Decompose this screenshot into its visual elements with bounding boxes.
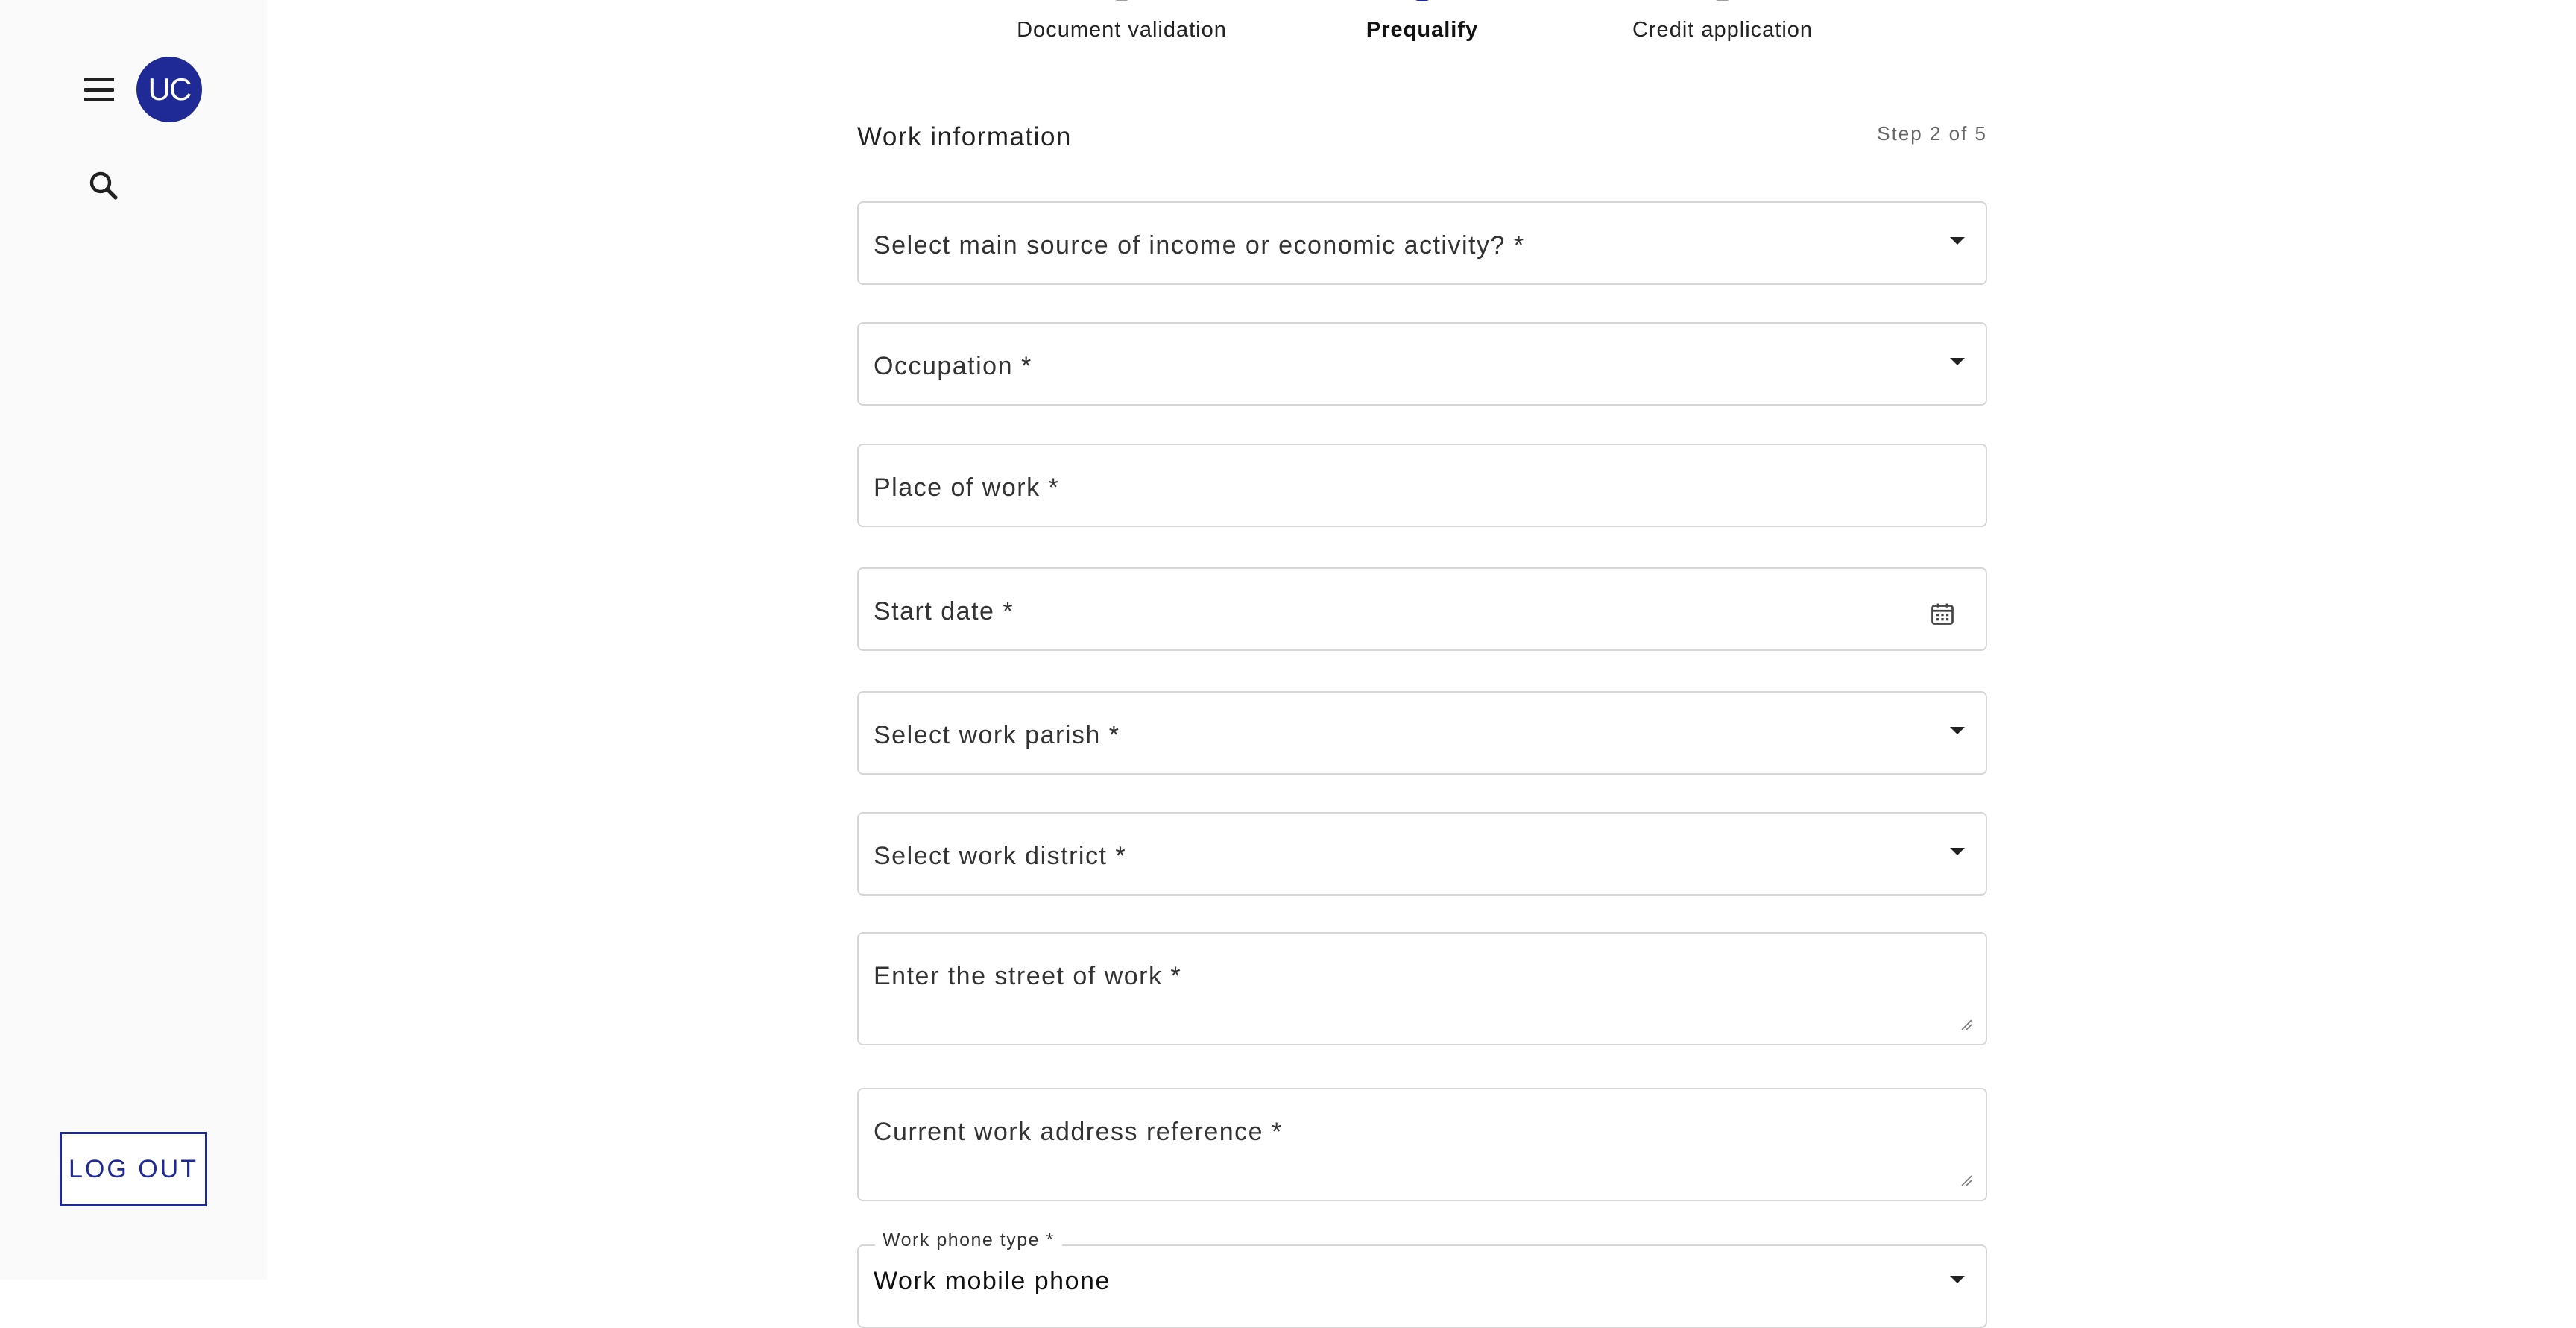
step-label-credit-application: Credit application — [1632, 18, 1813, 42]
chevron-down-icon — [1950, 237, 1965, 245]
work-address-reference-textarea[interactable]: Current work address reference * — [857, 1088, 1987, 1201]
work-phone-type-select[interactable]: Work phone type * Work mobile phone — [857, 1230, 1987, 1328]
place-of-work-label: Place of work * — [874, 473, 1060, 502]
step-indicator-prequalify — [1407, 0, 1437, 1]
avatar[interactable]: UC — [136, 57, 202, 122]
work-phone-type-label: Work phone type * — [875, 1230, 1062, 1251]
resize-handle-icon[interactable] — [1959, 1017, 1972, 1030]
chevron-down-icon — [1950, 358, 1965, 365]
work-street-textarea[interactable]: Enter the street of work * — [857, 932, 1987, 1045]
search-icon[interactable] — [86, 168, 121, 204]
chevron-down-icon — [1950, 848, 1965, 855]
occupation-label: Occupation * — [874, 352, 1032, 380]
work-address-reference-label: Current work address reference * — [874, 1118, 1283, 1146]
start-date-label: Start date * — [874, 597, 1014, 626]
work-street-label: Enter the street of work * — [874, 962, 1182, 990]
sidebar: UC LOG OUT — [0, 0, 267, 1280]
work-district-select[interactable]: Select work district * — [857, 812, 1987, 896]
step-label-document-validation: Document validation — [1017, 18, 1227, 42]
chevron-down-icon — [1950, 1276, 1965, 1283]
logout-button[interactable]: LOG OUT — [60, 1132, 207, 1206]
step-indicator-document-validation — [1107, 0, 1137, 1]
resize-handle-icon[interactable] — [1959, 1173, 1972, 1186]
chevron-down-icon — [1950, 727, 1965, 734]
income-source-label: Select main source of income or economic… — [874, 231, 1525, 259]
calendar-icon[interactable] — [1929, 600, 1956, 627]
work-parish-label: Select work parish * — [874, 721, 1120, 749]
step-counter: Step 2 of 5 — [1877, 122, 1987, 145]
hamburger-menu-icon[interactable] — [82, 75, 116, 104]
section-title: Work information — [857, 122, 1072, 151]
step-indicator-credit-application — [1708, 0, 1737, 1]
work-phone-type-value: Work mobile phone — [874, 1267, 1111, 1295]
step-label-prequalify: Prequalify — [1366, 18, 1479, 42]
work-parish-select[interactable]: Select work parish * — [857, 691, 1987, 775]
income-source-select[interactable]: Select main source of income or economic… — [857, 201, 1987, 285]
work-district-label: Select work district * — [874, 842, 1127, 870]
occupation-select[interactable]: Occupation * — [857, 322, 1987, 406]
start-date-input[interactable]: Start date * — [857, 567, 1987, 651]
place-of-work-input[interactable]: Place of work * — [857, 444, 1987, 527]
